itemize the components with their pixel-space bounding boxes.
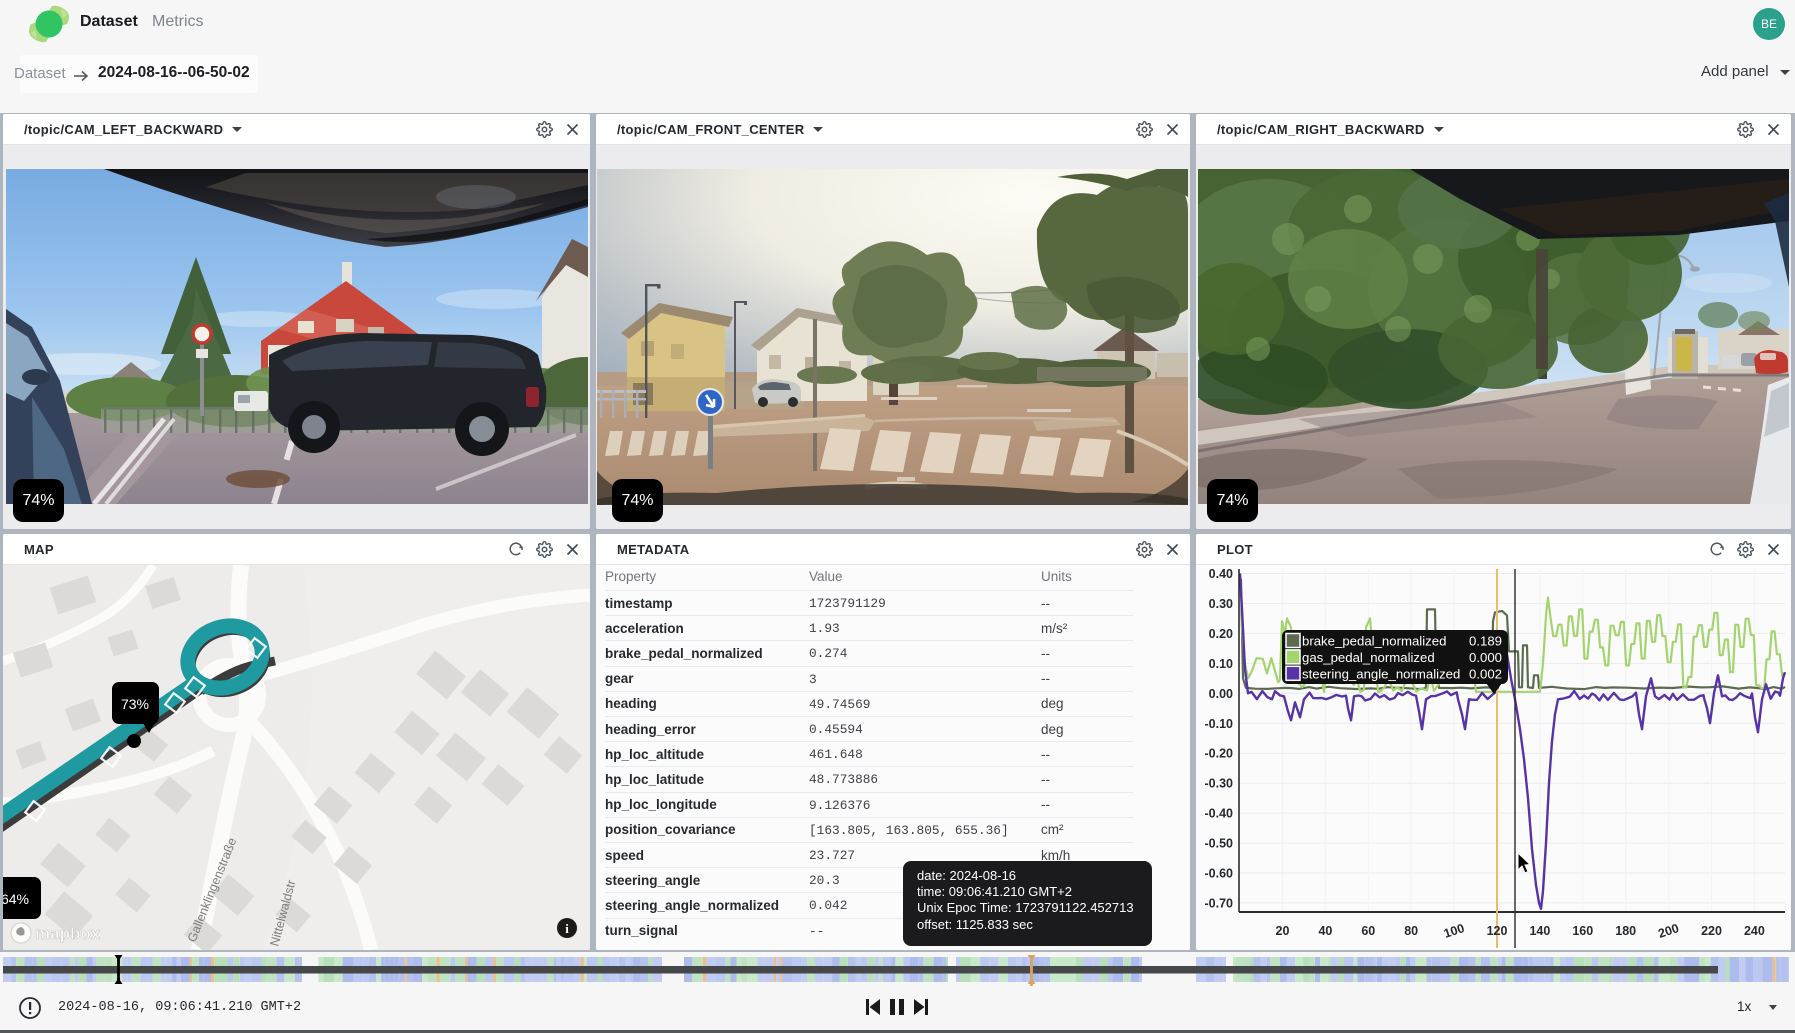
svg-text:0.00: 0.00 bbox=[1209, 687, 1233, 701]
svg-text:0.189: 0.189 bbox=[1469, 634, 1502, 649]
svg-text:0.30: 0.30 bbox=[1209, 597, 1233, 611]
svg-text:120: 120 bbox=[1487, 924, 1508, 938]
svg-text:brake_pedal_normalized: brake_pedal_normalized bbox=[1302, 634, 1446, 649]
svg-text:-0.40: -0.40 bbox=[1205, 807, 1234, 821]
svg-text:0.10: 0.10 bbox=[1209, 657, 1233, 671]
svg-text:-0.20: -0.20 bbox=[1205, 747, 1234, 761]
svg-text:64%: 64% bbox=[3, 891, 29, 907]
svg-text:180: 180 bbox=[1615, 924, 1636, 938]
svg-text:-0.30: -0.30 bbox=[1205, 777, 1234, 791]
svg-text:-0.70: -0.70 bbox=[1205, 896, 1234, 910]
svg-text:gas_pedal_normalized: gas_pedal_normalized bbox=[1302, 650, 1435, 665]
svg-text:0.000: 0.000 bbox=[1469, 650, 1502, 665]
svg-text:0.20: 0.20 bbox=[1209, 627, 1233, 641]
svg-text:40: 40 bbox=[1318, 924, 1332, 938]
svg-text:0.002: 0.002 bbox=[1469, 666, 1502, 681]
svg-text:i: i bbox=[565, 921, 569, 936]
svg-text:140: 140 bbox=[1529, 924, 1550, 938]
svg-text:73%: 73% bbox=[121, 696, 149, 712]
svg-text:0.40: 0.40 bbox=[1209, 567, 1233, 581]
svg-text:20: 20 bbox=[1276, 924, 1290, 938]
svg-text:60: 60 bbox=[1361, 924, 1375, 938]
svg-text:220: 220 bbox=[1701, 924, 1722, 938]
svg-text:-0.50: -0.50 bbox=[1205, 837, 1234, 851]
svg-text:mapbox: mapbox bbox=[35, 924, 101, 943]
svg-text:-0.10: -0.10 bbox=[1205, 717, 1234, 731]
svg-text:steering_angle_normalized: steering_angle_normalized bbox=[1302, 666, 1460, 681]
svg-text:-0.60: -0.60 bbox=[1205, 867, 1234, 881]
svg-text:240: 240 bbox=[1744, 924, 1765, 938]
svg-text:160: 160 bbox=[1572, 924, 1593, 938]
svg-text:80: 80 bbox=[1404, 924, 1418, 938]
